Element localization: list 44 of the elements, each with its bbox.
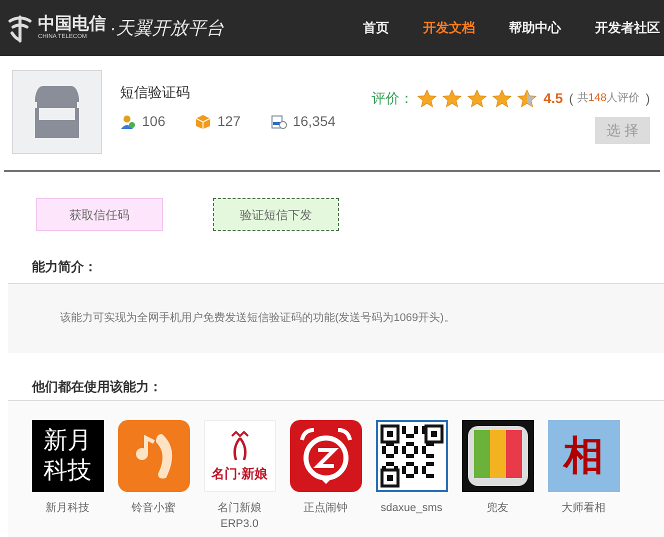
platform-title: ·天翼开放平台 bbox=[110, 16, 224, 40]
action-button[interactable]: 验证短信下发 bbox=[213, 198, 339, 231]
review-count: 共148人评价 bbox=[577, 91, 640, 106]
app-logo: 新月 科技 bbox=[32, 420, 104, 492]
star-icon bbox=[467, 89, 488, 108]
rating-label: 评价： bbox=[371, 89, 414, 108]
section-heading: 能力简介： bbox=[31, 258, 98, 276]
nav-link[interactable]: 开发文档 bbox=[423, 18, 475, 38]
app-name: sdaxue_sms bbox=[380, 501, 442, 516]
striped-tile-icon bbox=[462, 420, 534, 492]
star-icon bbox=[517, 89, 538, 108]
section-heading: 他们都在使用该能力： bbox=[30, 378, 163, 396]
app-name: ERP3.0 bbox=[220, 517, 258, 532]
stat-value: 127 bbox=[217, 112, 241, 131]
rating-score: 4.5 bbox=[543, 89, 563, 108]
telecom-logo-icon bbox=[6, 13, 34, 43]
action-button[interactable]: 获取信任码 bbox=[36, 198, 163, 231]
app-name: 大师看相 bbox=[562, 501, 606, 516]
stat-value: 16,354 bbox=[292, 112, 336, 131]
document-icon bbox=[270, 114, 287, 130]
app-logo: 名门·新娘 bbox=[204, 420, 276, 492]
nav-link[interactable]: 首页 bbox=[363, 18, 389, 38]
qr-code-icon bbox=[376, 420, 448, 492]
app-name: 兜友 bbox=[486, 501, 508, 516]
app-name: 正点闹钟 bbox=[304, 500, 348, 516]
star-icon bbox=[492, 89, 512, 108]
nav-link[interactable]: 帮助中心 bbox=[509, 18, 561, 38]
star-icon bbox=[442, 89, 462, 108]
box-icon bbox=[195, 114, 212, 130]
product-title: 短信验证码 bbox=[120, 83, 191, 102]
app-name: 铃音小蜜 bbox=[132, 500, 176, 516]
app-logo: 相 bbox=[548, 420, 620, 492]
users-icon bbox=[120, 114, 136, 130]
app-name: 新月科技 bbox=[46, 500, 90, 516]
app-name: 名门新娘 bbox=[218, 500, 262, 516]
nav-link[interactable]: 开发者社区 bbox=[595, 18, 660, 38]
star-icon bbox=[417, 89, 438, 108]
intro-text: 该能力可实现为全网手机用户免费发送短信验证码的功能(发送号码为1069开头)。 bbox=[60, 312, 455, 324]
phone-app-icon bbox=[118, 420, 190, 492]
bracket: ( bbox=[568, 90, 574, 108]
alarm-clock-icon bbox=[290, 420, 362, 492]
logo-text: 中国电信 bbox=[38, 16, 106, 33]
stat-value: 106 bbox=[142, 112, 166, 131]
bracket: ) bbox=[646, 90, 650, 108]
